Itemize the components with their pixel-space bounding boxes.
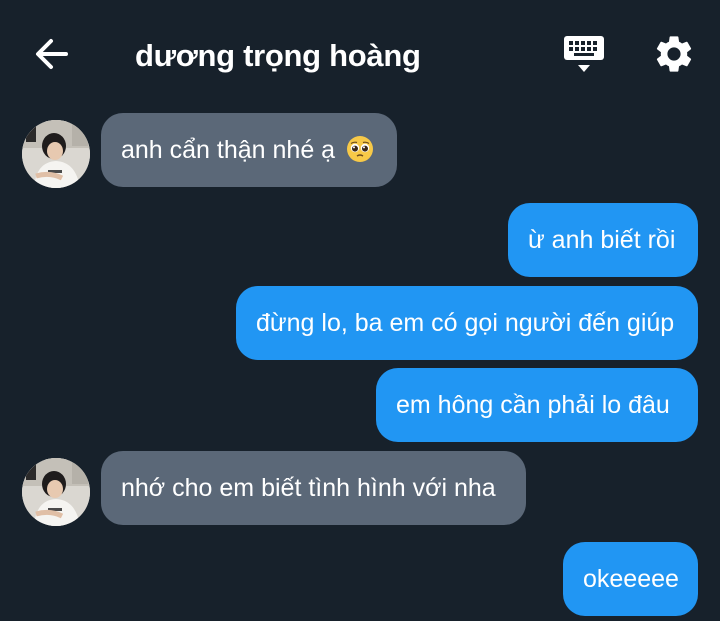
message-text: em hông cần phải lo đâu — [396, 391, 670, 419]
keyboard-button[interactable] — [561, 34, 609, 76]
arrow-left-icon — [36, 39, 68, 69]
message-text: đừng lo, ba em có gọi người đến giúp — [256, 309, 675, 337]
chat-header: dương trọng hoàng — [0, 0, 720, 112]
message-bubble-incoming[interactable]: anh cẩn thận nhé ạ — [101, 113, 397, 187]
message-bubble-outgoing[interactable]: em hông cần phải lo đâu — [376, 368, 698, 442]
message-text: okeeeee — [583, 565, 679, 593]
message-text: nhớ cho em biết tình hình với nha — [121, 474, 496, 502]
contact-avatar[interactable] — [22, 120, 90, 188]
gear-icon — [656, 36, 692, 72]
message-text: anh cẩn thận nhé ạ — [121, 136, 336, 164]
message-text: ừ anh biết rồi — [528, 226, 676, 254]
message-bubble-incoming[interactable]: nhớ cho em biết tình hình với nha — [101, 451, 526, 525]
keyboard-icon — [564, 36, 604, 72]
settings-button[interactable] — [652, 32, 696, 76]
message-bubble-outgoing[interactable]: ừ anh biết rồi — [508, 203, 698, 277]
contact-avatar[interactable] — [22, 458, 90, 526]
chat-title: dương trọng hoàng — [135, 38, 421, 73]
message-bubble-outgoing[interactable]: okeeeee — [563, 542, 698, 616]
avatar-photo-icon — [22, 458, 90, 526]
pleading-face-emoji — [347, 136, 374, 162]
avatar-photo-icon — [22, 120, 90, 188]
message-bubble-outgoing[interactable]: đừng lo, ba em có gọi người đến giúp — [236, 286, 698, 360]
back-button[interactable] — [30, 34, 74, 74]
